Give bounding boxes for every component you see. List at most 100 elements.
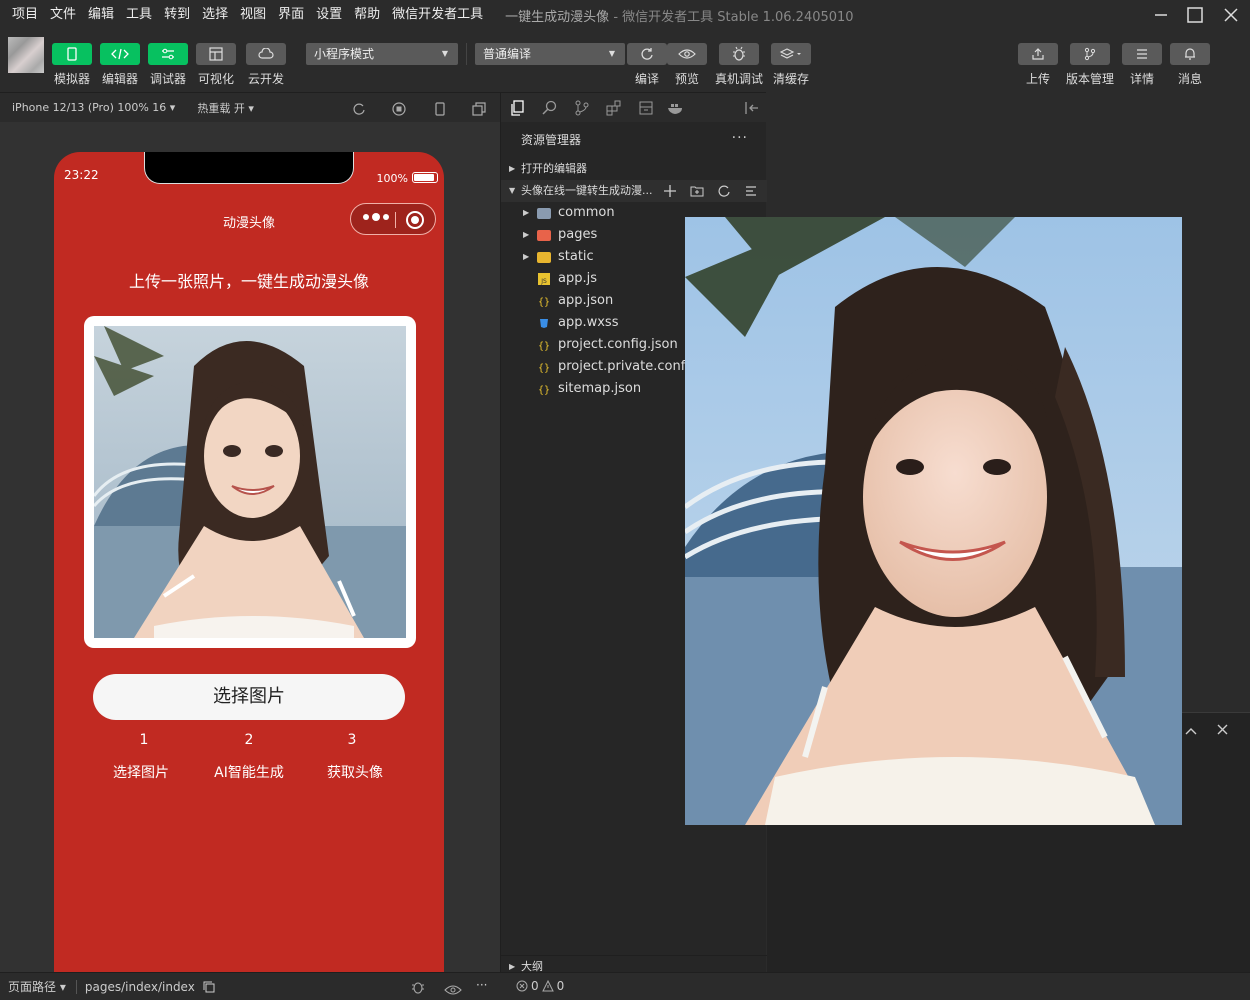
chevron-down-icon: ▼ bbox=[509, 186, 516, 195]
folder-icon bbox=[537, 206, 551, 220]
more-status-icon[interactable]: ··· bbox=[476, 978, 487, 992]
hot-reload-select[interactable]: 热重载 开 ▾ bbox=[197, 100, 254, 116]
extensions-tab[interactable] bbox=[605, 99, 623, 117]
svg-text:{}: {} bbox=[538, 385, 550, 396]
close-icon bbox=[1224, 8, 1238, 22]
menu-interface[interactable]: 界面 bbox=[272, 0, 310, 30]
collapse-all-button[interactable] bbox=[743, 183, 759, 199]
menu-devtools[interactable]: 微信开发者工具 bbox=[386, 0, 489, 30]
more-dots-icon[interactable] bbox=[363, 213, 389, 221]
json-file-icon: {} bbox=[537, 338, 551, 352]
mode-select[interactable]: 小程序模式 ▼ bbox=[306, 43, 458, 65]
menu-goto[interactable]: 转到 bbox=[158, 0, 196, 30]
upload-button[interactable] bbox=[1018, 43, 1058, 65]
detach-button[interactable] bbox=[472, 101, 486, 120]
device-select[interactable]: iPhone 12/13 (Pro) 100% 16 ▾ bbox=[12, 101, 175, 114]
new-folder-icon bbox=[690, 186, 704, 197]
refresh-explorer-button[interactable] bbox=[716, 183, 732, 199]
project-name: 头像在线一键转生成动漫... bbox=[521, 184, 653, 197]
status-time: 23:22 bbox=[64, 168, 99, 182]
eye-icon bbox=[444, 985, 462, 995]
maximize-icon bbox=[1187, 7, 1203, 23]
user-avatar[interactable] bbox=[8, 37, 44, 73]
menu-settings[interactable]: 设置 bbox=[310, 0, 348, 30]
maximize-button[interactable] bbox=[1178, 0, 1212, 30]
project-actions bbox=[662, 183, 759, 199]
window-title-sub: - 微信开发者工具 Stable 1.06.2405010 bbox=[613, 9, 854, 25]
original-photo-preview bbox=[685, 217, 1182, 825]
phone-icon bbox=[67, 47, 77, 61]
step-1-number: 1 bbox=[139, 732, 149, 748]
tree-item-label: common bbox=[558, 205, 615, 220]
choose-image-button[interactable]: 选择图片 bbox=[93, 674, 405, 720]
details-button[interactable] bbox=[1122, 43, 1162, 65]
storage-tab[interactable] bbox=[637, 99, 655, 117]
close-window-button[interactable] bbox=[1214, 0, 1248, 30]
editor-toggle[interactable] bbox=[100, 43, 140, 65]
new-file-button[interactable] bbox=[662, 183, 678, 199]
compile-select-value: 普通编译 bbox=[483, 47, 532, 61]
menu-view[interactable]: 视图 bbox=[234, 0, 272, 30]
step-2-label: AI智能生成 bbox=[214, 765, 284, 781]
open-editors-section[interactable]: ▶ 打开的编辑器 bbox=[501, 158, 767, 180]
preview-status-button[interactable] bbox=[444, 981, 462, 1000]
tree-item-label: app.json bbox=[558, 293, 614, 308]
version-button[interactable] bbox=[1070, 43, 1110, 65]
extensions-icon bbox=[606, 100, 621, 116]
close-panel-button[interactable] bbox=[1217, 720, 1228, 739]
explorer-activity-bar bbox=[500, 92, 766, 122]
copy-path-button[interactable] bbox=[203, 981, 215, 993]
project-section[interactable]: ▼ 头像在线一键转生成动漫... bbox=[501, 180, 767, 202]
rotate-button[interactable] bbox=[352, 101, 366, 120]
menu-project[interactable]: 项目 bbox=[0, 0, 44, 30]
more-actions-icon[interactable]: ··· bbox=[732, 122, 748, 154]
error-count: 0 bbox=[531, 979, 539, 993]
new-folder-button[interactable] bbox=[689, 183, 705, 199]
page-path-select[interactable]: 页面路径 ▾ bbox=[8, 978, 66, 995]
maximize-panel-button[interactable] bbox=[1185, 721, 1197, 740]
source-control-tab[interactable] bbox=[573, 99, 591, 117]
visual-toggle[interactable] bbox=[196, 43, 236, 65]
layout-icon bbox=[209, 47, 223, 61]
problems-indicator[interactable]: 0 0 bbox=[516, 979, 564, 993]
menu-select[interactable]: 选择 bbox=[196, 0, 234, 30]
copy-icon bbox=[203, 981, 215, 992]
miniprogram-capsule[interactable] bbox=[350, 203, 436, 235]
step-1-label: 选择图片 bbox=[113, 765, 169, 781]
cloud-dev-toggle[interactable] bbox=[246, 43, 286, 65]
preview-button[interactable] bbox=[667, 43, 707, 65]
chevron-right-icon: ▶ bbox=[523, 252, 530, 261]
stop-button[interactable] bbox=[392, 101, 406, 120]
page-path-label: 页面路径 bbox=[8, 980, 57, 994]
compile-button[interactable] bbox=[627, 43, 667, 65]
device-button[interactable] bbox=[434, 101, 446, 120]
anime-avatar-image bbox=[94, 326, 406, 638]
remote-debug-button[interactable] bbox=[719, 43, 759, 65]
compile-select[interactable]: 普通编译 ▼ bbox=[475, 43, 625, 65]
menu-file[interactable]: 文件 bbox=[44, 0, 82, 30]
debugger-toggle[interactable] bbox=[148, 43, 188, 65]
bug-icon bbox=[733, 46, 745, 61]
battery-icon bbox=[412, 172, 438, 183]
toolbar: 模拟器 编辑器 调试器 可视化 云开发 小程序模式 ▼ 普通编译 ▼ 编译 预览… bbox=[0, 30, 1250, 92]
search-tab[interactable] bbox=[541, 99, 559, 117]
remote-debug-label: 真机调试 bbox=[714, 72, 763, 86]
docker-tab[interactable] bbox=[667, 99, 685, 117]
css-file-icon bbox=[537, 316, 551, 330]
collapse-panel-button[interactable] bbox=[743, 99, 761, 117]
minimize-button[interactable] bbox=[1144, 0, 1178, 30]
clear-cache-button[interactable] bbox=[771, 43, 811, 65]
files-tab[interactable] bbox=[509, 99, 527, 117]
svg-text:{}: {} bbox=[538, 363, 550, 374]
menu-help[interactable]: 帮助 bbox=[348, 0, 386, 30]
menu-tools[interactable]: 工具 bbox=[120, 0, 158, 30]
status-bar: 页面路径 ▾ pages/index/index ··· 0 0 bbox=[0, 972, 1250, 1000]
search-icon bbox=[542, 100, 557, 115]
simulator-toggle[interactable] bbox=[52, 43, 92, 65]
menu-edit[interactable]: 编辑 bbox=[82, 0, 120, 30]
messages-button[interactable] bbox=[1170, 43, 1210, 65]
chevron-down-icon: ▼ bbox=[441, 49, 448, 58]
debug-status-button[interactable] bbox=[410, 979, 426, 999]
close-miniprogram-icon[interactable] bbox=[406, 211, 424, 229]
tree-item-label: app.wxss bbox=[558, 315, 619, 330]
